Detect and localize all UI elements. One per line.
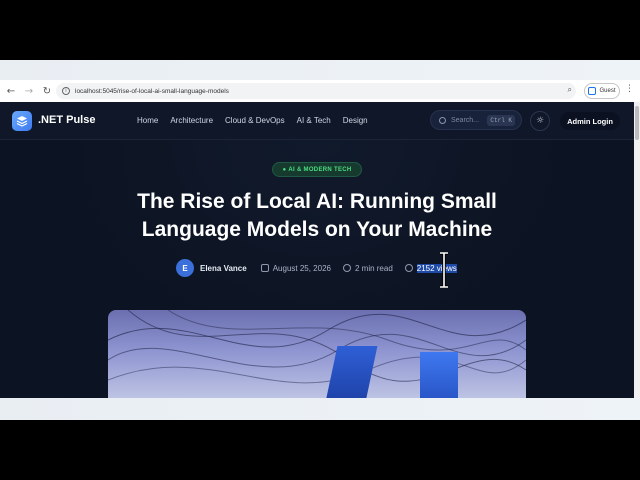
article-hero: ● AI & MODERN TECH The Rise of Local AI:… — [0, 140, 634, 398]
search-placeholder: Search... — [451, 116, 480, 124]
zoom-icon[interactable]: ⌕ — [568, 85, 572, 95]
profile-label: Guest — [599, 88, 616, 94]
search-input[interactable]: Search... Ctrl K — [430, 110, 522, 130]
article-title: The Rise of Local AI: Running Small Lang… — [100, 188, 534, 244]
kebab-menu-icon[interactable]: ⋮ — [625, 84, 634, 94]
category-label: AI & MODERN TECH — [288, 166, 352, 173]
browser-toolbar: ← → ↻ i localhost:5045/rise-of-local-ai-… — [0, 80, 640, 102]
website: .NET Pulse Home Architecture Cloud & Dev… — [0, 102, 634, 398]
date-item: August 25, 2026 — [260, 263, 331, 273]
admin-login-button[interactable]: Admin Login — [560, 112, 620, 130]
article-cover-image — [108, 310, 526, 398]
url-text: localhost:5045/rise-of-local-ai-small-la… — [75, 87, 229, 95]
nav-design[interactable]: Design — [343, 116, 368, 125]
article-meta: E Elena Vance August 25, 2026 2 min read — [176, 258, 469, 278]
title-line-2: Language Models on Your Machine — [141, 218, 493, 241]
page-scrollbar[interactable] — [634, 102, 640, 398]
nav-ai-tech[interactable]: AI & Tech — [297, 116, 331, 125]
profile-button[interactable]: Guest — [584, 83, 620, 99]
info-icon[interactable]: i — [62, 87, 70, 95]
read-time-item: 2 min read — [342, 263, 393, 273]
main-nav: Home Architecture Cloud & DevOps AI & Te… — [137, 116, 380, 125]
profile-icon — [588, 87, 597, 95]
author-name[interactable]: Elena Vance — [200, 264, 247, 273]
back-icon[interactable]: ← — [4, 84, 18, 98]
author-avatar[interactable]: E — [176, 259, 194, 277]
site-header: .NET Pulse Home Architecture Cloud & Dev… — [0, 102, 634, 140]
logo-icon[interactable] — [12, 111, 32, 131]
clock-icon — [342, 264, 351, 272]
sun-icon[interactable]: ☼ — [530, 111, 550, 131]
cover-swirls — [108, 310, 526, 384]
browser-window: ← → ↻ i localhost:5045/rise-of-local-ai-… — [0, 60, 640, 420]
read-time: 2 min read — [354, 263, 393, 273]
title-line-1: The Rise of Local AI: Running Small — [137, 190, 497, 213]
forward-icon[interactable]: → — [22, 84, 36, 98]
scrollbar-thumb[interactable] — [635, 106, 639, 140]
nav-home[interactable]: Home — [137, 116, 158, 125]
browser-frame: ← → ↻ i localhost:5045/rise-of-local-ai-… — [0, 80, 640, 398]
brand-name[interactable]: .NET Pulse — [38, 114, 95, 126]
nav-architecture[interactable]: Architecture — [170, 116, 213, 125]
eye-icon — [404, 264, 413, 272]
reload-icon[interactable]: ↻ — [40, 84, 54, 98]
screen: ← → ↻ i localhost:5045/rise-of-local-ai-… — [0, 0, 640, 480]
search-shortcut: Ctrl K — [487, 115, 515, 126]
nav-cloud-devops[interactable]: Cloud & DevOps — [225, 116, 285, 125]
address-bar[interactable]: i localhost:5045/rise-of-local-ai-small-… — [56, 83, 576, 99]
category-badge[interactable]: ● AI & MODERN TECH — [272, 162, 362, 177]
cover-shape-b — [420, 352, 458, 398]
calendar-icon — [260, 264, 269, 272]
search-icon — [439, 116, 446, 124]
publish-date: August 25, 2026 — [272, 263, 331, 273]
text-cursor-icon — [440, 252, 448, 288]
